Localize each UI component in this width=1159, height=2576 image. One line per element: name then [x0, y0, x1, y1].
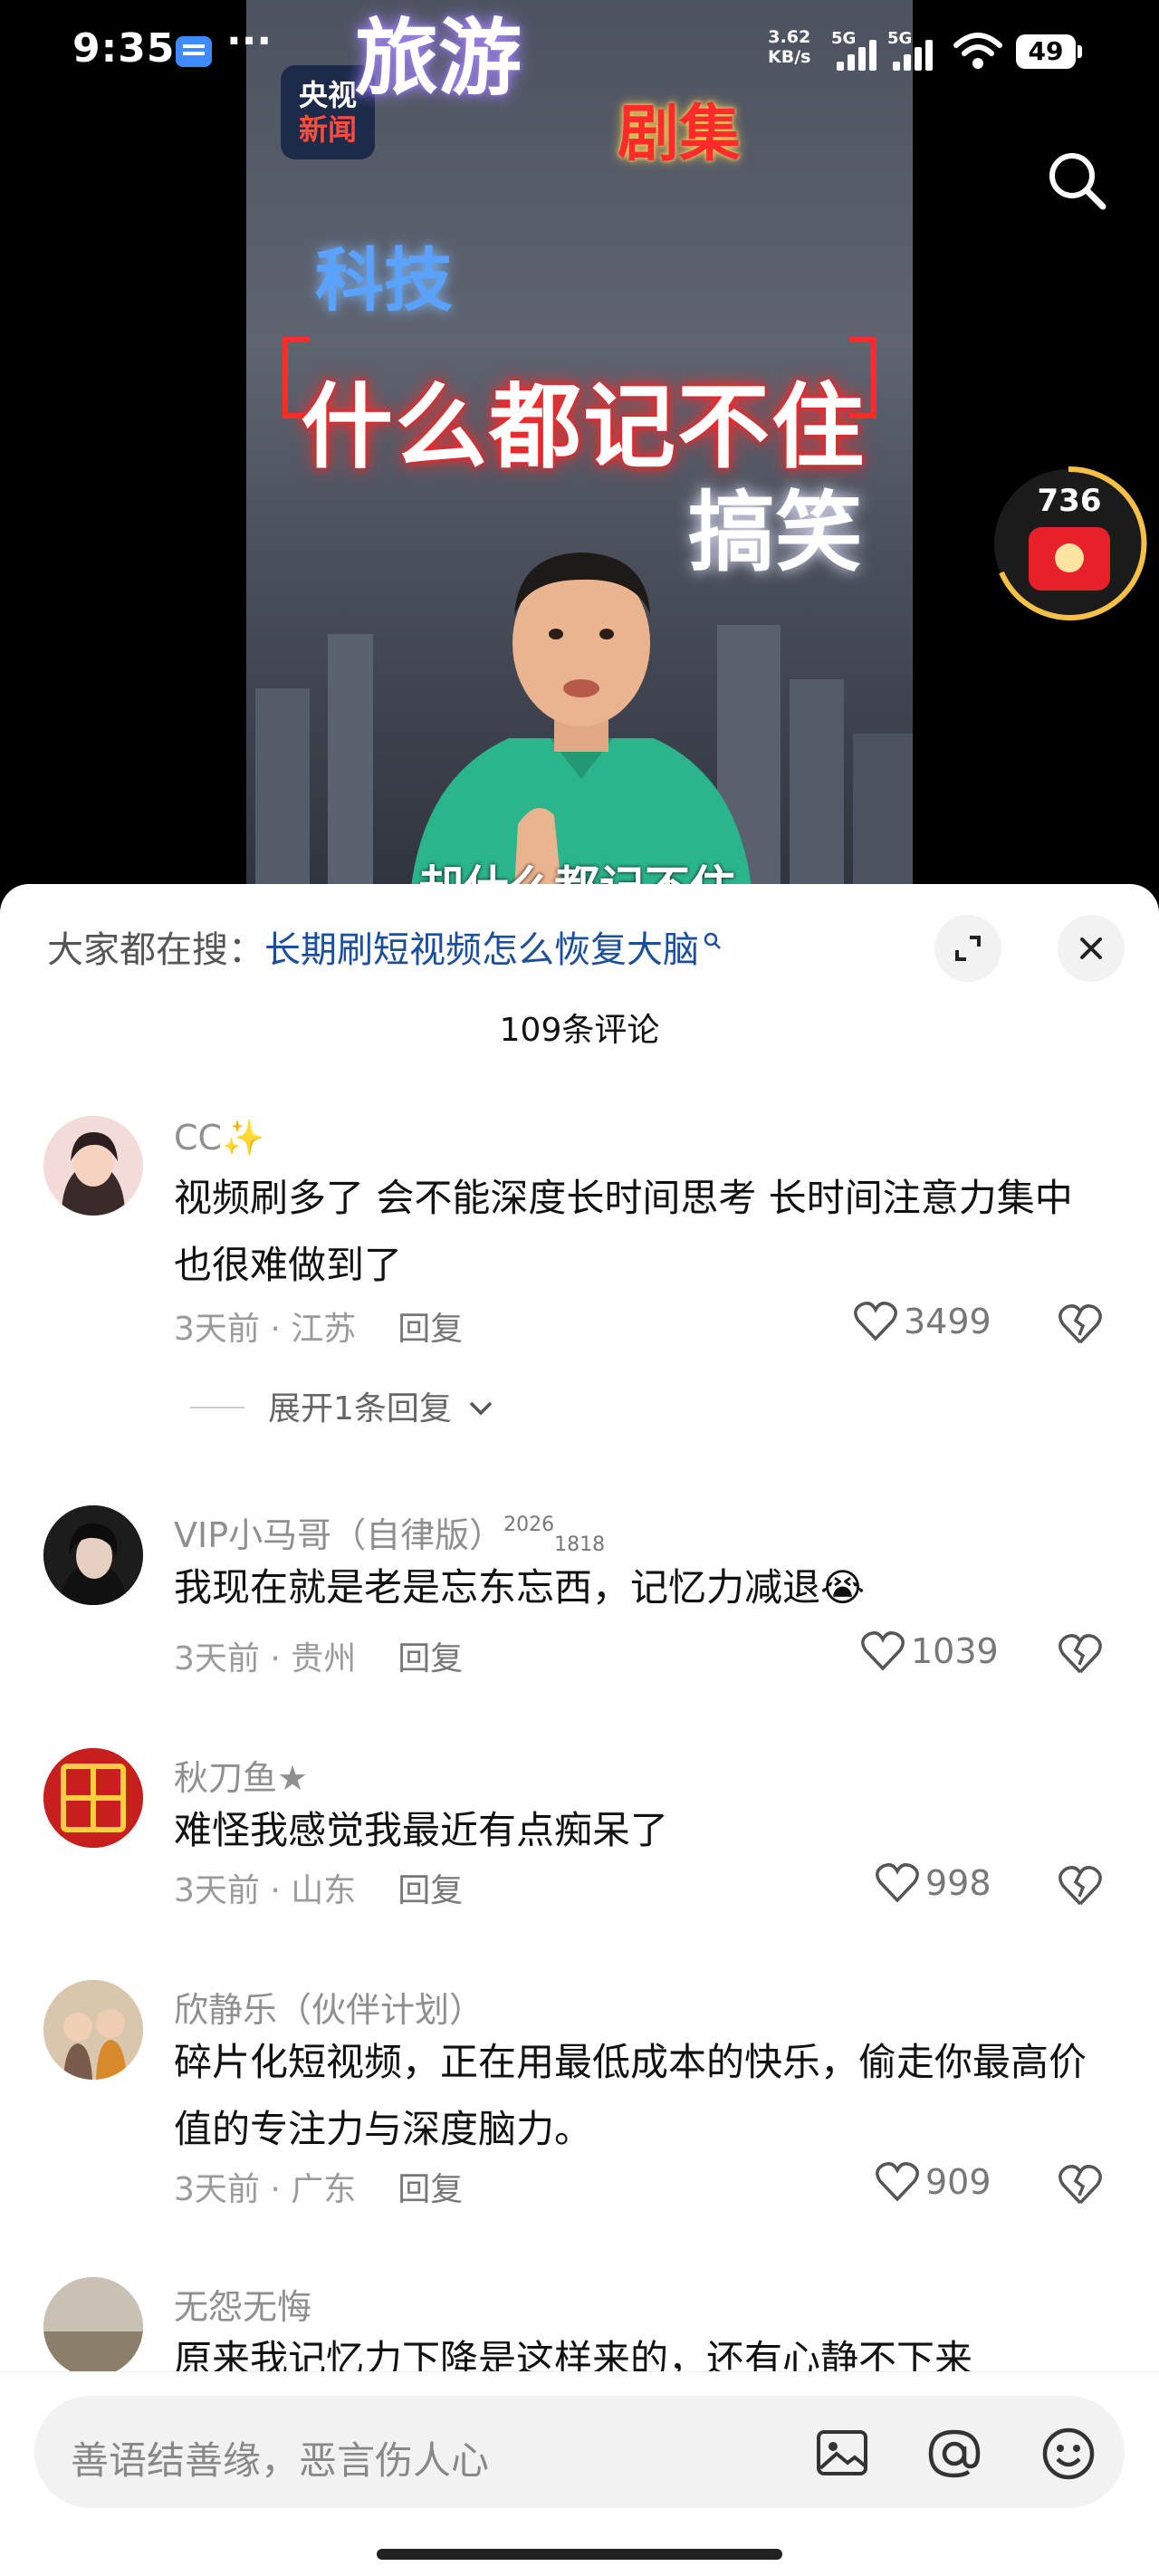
emoji-icon[interactable]	[1039, 2425, 1097, 2483]
avatar[interactable]	[43, 1116, 143, 1216]
comment-meta: 3天前 · 山东 回复	[174, 1872, 464, 1909]
more-notifications-indicator: ···	[226, 18, 273, 64]
search-icon	[704, 932, 721, 949]
reply-button[interactable]: 回复	[398, 1640, 463, 1677]
comment-text: 我现在就是老是忘东忘西，记忆力减退😭	[174, 1565, 866, 1610]
broken-heart-icon[interactable]	[1056, 1862, 1105, 1908]
video-player[interactable]: 央视 新闻 旅游 剧集 科技 什么都记不住 搞笑 却什么都记不住	[246, 0, 913, 906]
red-packet-reward-button[interactable]: 736	[991, 464, 1150, 623]
presenter-figure	[409, 553, 753, 906]
like-button[interactable]: 998	[875, 1862, 991, 1904]
comment-author[interactable]: 无怨无悔	[174, 2279, 311, 2329]
home-indicator[interactable]	[377, 2549, 782, 2560]
close-button[interactable]	[1058, 915, 1125, 982]
video-tag-tech: 科技	[315, 240, 453, 321]
expand-button[interactable]	[934, 915, 1001, 982]
trending-query-link[interactable]: 长期刷短视频怎么恢复大脑	[264, 929, 699, 971]
like-count: 3499	[904, 1302, 991, 1341]
comment-count: 109条评论	[499, 1012, 660, 1049]
like-count: 909	[925, 2162, 991, 2202]
image-icon[interactable]	[813, 2425, 871, 2483]
comment-text: 视频刷多了 会不能深度长时间思考 长时间注意力集中也很难做到了	[174, 1176, 1073, 1287]
heart-icon	[861, 1631, 905, 1671]
comment-input-bar: 善语结善缘，恶言伤人心	[0, 2371, 1159, 2576]
signal-icon: 5G	[831, 29, 878, 74]
search-icon[interactable]	[1041, 145, 1114, 217]
reward-count: 736	[1038, 483, 1102, 519]
avatar[interactable]	[43, 1505, 143, 1605]
wifi-icon	[953, 33, 1002, 69]
broken-heart-icon[interactable]	[1056, 2161, 1105, 2206]
network-speed: 3.62 KB/s	[768, 27, 811, 67]
comment-author[interactable]: CC✨	[174, 1118, 264, 1158]
avatar[interactable]	[43, 1748, 143, 1848]
chevron-down-icon	[470, 1401, 493, 1416]
like-count: 1039	[911, 1631, 999, 1671]
trending-search[interactable]: 大家都在搜：长期刷短视频怎么恢复大脑	[47, 920, 723, 973]
comments-panel: 大家都在搜：长期刷短视频怎么恢复大脑 109条评论 CC✨ 视频刷多了 会不能深…	[0, 884, 1159, 2576]
reply-button[interactable]: 回复	[398, 1872, 463, 1909]
comment-text: 难怪我感觉我最近有点痴呆了	[174, 1808, 669, 1852]
comment-meta: 3天前 · 广东 回复	[174, 2171, 464, 2208]
like-button[interactable]: 909	[875, 2161, 991, 2203]
expand-icon	[955, 936, 981, 961]
signal-icon-2: 5G	[887, 29, 934, 74]
comment-text: 碎片化短视频，正在用最低成本的快乐，偷走你最高价值的专注力与深度脑力。	[174, 2040, 1087, 2151]
notification-app-icon	[176, 36, 212, 67]
like-button[interactable]: 1039	[860, 1630, 999, 1672]
avatar[interactable]	[43, 1980, 143, 2080]
battery-indicator: 49	[1016, 34, 1082, 69]
at-icon[interactable]	[925, 2425, 983, 2483]
reply-button[interactable]: 回复	[398, 2171, 463, 2208]
heart-icon	[854, 1302, 897, 1341]
heart-icon	[876, 1863, 919, 1903]
heart-icon	[876, 2162, 919, 2202]
comment-author[interactable]: VIP小马哥（自律版）20261818	[174, 1507, 605, 1557]
comment-input-placeholder: 善语结善缘，恶言伤人心	[71, 2438, 490, 2483]
expand-replies-button[interactable]: 展开1条回复	[190, 1382, 494, 1429]
broken-heart-icon[interactable]	[1056, 1301, 1105, 1346]
comment-author[interactable]: 秋刀鱼★	[174, 1750, 308, 1800]
trending-label: 大家都在搜：	[47, 929, 264, 971]
status-time: 9:35	[72, 25, 176, 72]
comment-meta: 3天前 · 贵州 回复	[174, 1640, 464, 1677]
close-icon	[1080, 937, 1102, 959]
status-bar: 9:35 ··· 3.62 KB/s 5G 5G 49	[0, 0, 1159, 107]
user-badge: 2026	[503, 1514, 555, 1536]
avatar[interactable]	[43, 2277, 143, 2377]
like-button[interactable]: 3499	[853, 1301, 991, 1342]
reply-button[interactable]: 回复	[398, 1311, 463, 1348]
broken-heart-icon[interactable]	[1056, 1630, 1105, 1676]
like-count: 998	[925, 1863, 991, 1903]
comment-meta: 3天前 · 江苏 回复	[174, 1311, 464, 1348]
comment-author[interactable]: 欣静乐（伙伴计划）	[174, 1982, 484, 2032]
